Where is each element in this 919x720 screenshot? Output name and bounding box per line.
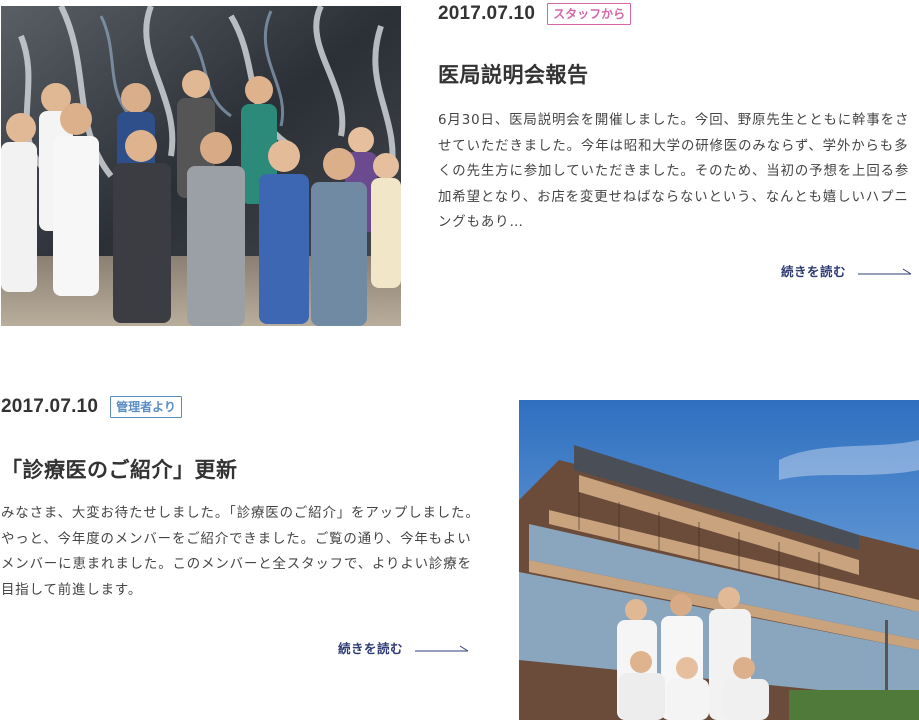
post-2-photo[interactable] [519,400,919,720]
post-title[interactable]: 医局説明会報告 [438,59,589,89]
post-2-meta: 2017.07.10 管理者より [1,394,182,420]
group-photo-image [1,6,401,326]
hospital-building-image [519,400,919,720]
category-tag[interactable]: スタッフから [547,3,632,25]
read-more-link[interactable]: 続きを読む [781,261,912,280]
read-more-label: 続きを読む [338,641,404,656]
post-2: 2017.07.10 管理者より 「診療医のご紹介」更新 みなさま、大変お待たせ… [0,390,919,720]
post-1-meta: 2017.07.10 スタッフから [438,1,632,27]
read-more-label: 続きを読む [781,264,847,279]
post-title[interactable]: 「診療医のご紹介」更新 [1,454,238,484]
category-tag[interactable]: 管理者より [110,396,182,418]
post-date: 2017.07.10 [1,396,99,417]
arrow-right-icon [858,268,912,274]
post-1-photo[interactable] [1,6,401,326]
read-more-link[interactable]: 続きを読む [338,638,469,657]
post-1: 2017.07.10 スタッフから 医局説明会報告 6月30日、医局説明会を開催… [0,0,919,330]
post-excerpt: 6月30日、医局説明会を開催しました。今回、野原先生とともに幹事をさせていただき… [438,113,910,230]
post-date: 2017.07.10 [438,3,536,24]
post-excerpt: みなさま、大変お待たせしました。「診療医のご紹介」をアップしました。やっと、今年… [1,506,480,598]
arrow-right-icon [415,645,469,651]
